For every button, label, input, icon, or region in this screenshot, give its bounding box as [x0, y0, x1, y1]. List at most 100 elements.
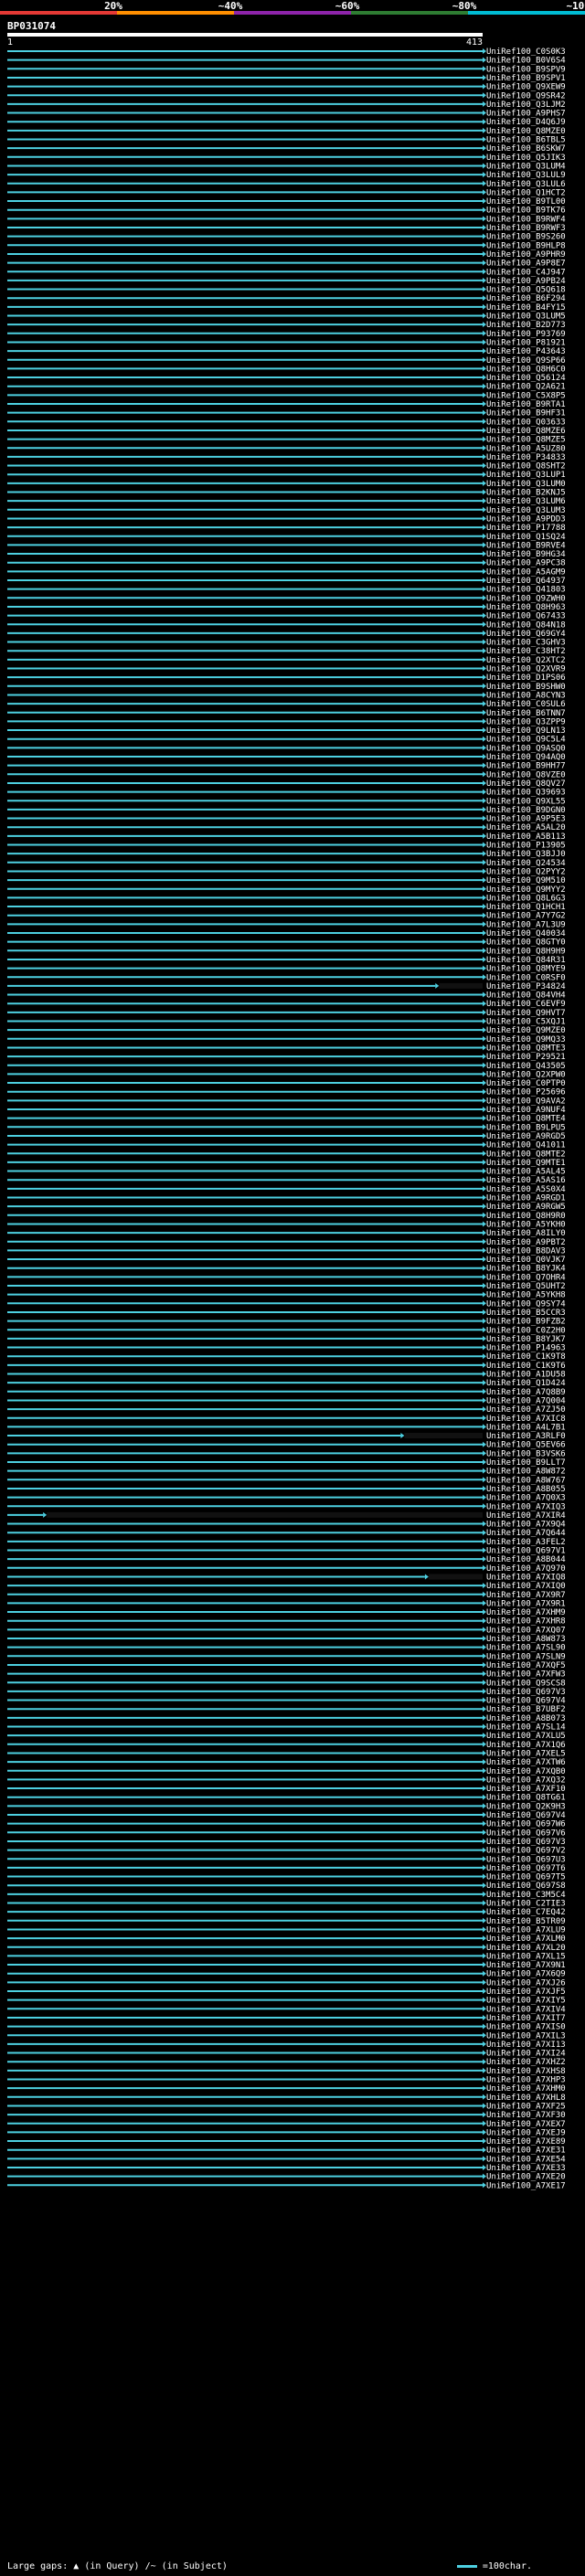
subject-label[interactable]: UniRef100_A9RGD1 [486, 1194, 566, 1203]
subject-label[interactable]: UniRef100_A7SL90 [486, 1644, 566, 1653]
subject-label[interactable]: UniRef100_Q94AQ0 [486, 753, 566, 762]
subject-label[interactable]: UniRef100_A8B044 [486, 1555, 566, 1564]
subject-label[interactable]: UniRef100_A7XLU9 [486, 1925, 566, 1935]
subject-label[interactable]: UniRef100_Q8QV27 [486, 779, 566, 789]
subject-label[interactable]: UniRef100_B6TBL5 [486, 136, 566, 145]
subject-label[interactable]: UniRef100_A5AL20 [486, 823, 566, 832]
subject-label[interactable]: UniRef100_C5XQJ1 [486, 1018, 566, 1027]
subject-label[interactable]: UniRef100_Q39693 [486, 789, 566, 798]
subject-label[interactable]: UniRef100_Q9SR42 [486, 91, 566, 101]
subject-label[interactable]: UniRef100_A7Q0X3 [486, 1494, 566, 1503]
subject-label[interactable]: UniRef100_Q84R31 [486, 956, 566, 965]
subject-label[interactable]: UniRef100_Q43505 [486, 1062, 566, 1071]
subject-label[interactable]: UniRef100_B8YJK4 [486, 1265, 566, 1274]
subject-label[interactable]: UniRef100_A7X1Q6 [486, 1741, 566, 1750]
subject-label[interactable]: UniRef100_Q56124 [486, 374, 566, 383]
subject-label[interactable]: UniRef100_A7XIQ8 [486, 1573, 566, 1582]
subject-label[interactable]: UniRef100_A7XI13 [486, 2041, 566, 2050]
subject-label[interactable]: UniRef100_A7Y7G2 [486, 912, 566, 921]
subject-label[interactable]: UniRef100_Q03633 [486, 418, 566, 427]
subject-label[interactable]: UniRef100_A7XF25 [486, 2102, 566, 2111]
subject-label[interactable]: UniRef100_A7X9Q4 [486, 1521, 566, 1530]
subject-label[interactable]: UniRef100_A9PB24 [486, 277, 566, 286]
subject-label[interactable]: UniRef100_B9SHW0 [486, 683, 566, 692]
subject-label[interactable]: UniRef100_B5TR09 [486, 1917, 566, 1926]
subject-label[interactable]: UniRef100_Q3LUM0 [486, 480, 566, 489]
subject-label[interactable]: UniRef100_Q3LUM6 [486, 497, 566, 506]
subject-label[interactable]: UniRef100_Q9ZWH0 [486, 594, 566, 603]
subject-label[interactable]: UniRef100_Q69GY4 [486, 630, 566, 639]
subject-label[interactable]: UniRef100_Q697V3 [486, 1838, 566, 1847]
subject-label[interactable]: UniRef100_Q697T6 [486, 1864, 566, 1873]
subject-label[interactable]: UniRef100_A3RLF0 [486, 1432, 566, 1441]
subject-label[interactable]: UniRef100_P17788 [486, 524, 566, 533]
subject-label[interactable]: UniRef100_A7X9N1 [486, 1961, 566, 1970]
subject-label[interactable]: UniRef100_A5YKH8 [486, 1291, 566, 1300]
subject-label[interactable]: UniRef100_B9RVE4 [486, 541, 566, 550]
subject-label[interactable]: UniRef100_B9SPV9 [486, 65, 566, 74]
subject-label[interactable]: UniRef100_B9RTA1 [486, 400, 566, 409]
subject-label[interactable]: UniRef100_A7XIC8 [486, 1415, 566, 1424]
subject-label[interactable]: UniRef100_Q3LUM3 [486, 506, 566, 515]
subject-label[interactable]: UniRef100_C38HT2 [486, 647, 566, 656]
subject-label[interactable]: UniRef100_P14963 [486, 1344, 566, 1353]
subject-label[interactable]: UniRef100_B9TK76 [486, 207, 566, 216]
subject-label[interactable]: UniRef100_C7EQ42 [486, 1908, 566, 1917]
subject-label[interactable]: UniRef100_B9HG34 [486, 550, 566, 559]
subject-label[interactable]: UniRef100_Q41011 [486, 1141, 566, 1150]
subject-label[interactable]: UniRef100_A8B073 [486, 1714, 566, 1723]
subject-label[interactable]: UniRef100_Q2A621 [486, 383, 566, 392]
subject-label[interactable]: UniRef100_P13905 [486, 842, 566, 851]
subject-label[interactable]: UniRef100_Q8MTE4 [486, 1115, 566, 1124]
subject-label[interactable]: UniRef100_Q697S8 [486, 1882, 566, 1891]
subject-label[interactable]: UniRef100_A7X9R1 [486, 1599, 566, 1608]
subject-label[interactable]: UniRef100_C0S0K3 [486, 48, 566, 57]
subject-label[interactable]: UniRef100_A7XIL3 [486, 2031, 566, 2041]
subject-label[interactable]: UniRef100_Q1D424 [486, 1379, 566, 1388]
subject-label[interactable]: UniRef100_A7XHS8 [486, 2067, 566, 2076]
subject-label[interactable]: UniRef100_Q7OHR4 [486, 1273, 566, 1282]
subject-label[interactable]: UniRef100_A7Q8B9 [486, 1388, 566, 1397]
subject-label[interactable]: UniRef100_B4FY15 [486, 303, 566, 313]
subject-label[interactable]: UniRef100_A7XQB0 [486, 1767, 566, 1776]
subject-label[interactable]: UniRef100_Q8H9R0 [486, 1212, 566, 1221]
subject-label[interactable]: UniRef100_A7SL14 [486, 1723, 566, 1733]
subject-label[interactable]: UniRef100_Q8H9H9 [486, 947, 566, 956]
subject-label[interactable]: UniRef100_A7ZJ50 [486, 1405, 566, 1415]
subject-label[interactable]: UniRef100_A7XF10 [486, 1785, 566, 1794]
subject-label[interactable]: UniRef100_A9NUF4 [486, 1106, 566, 1115]
subject-label[interactable]: UniRef100_A7XFW3 [486, 1670, 566, 1680]
subject-label[interactable]: UniRef100_B0V6S4 [486, 57, 566, 66]
subject-label[interactable]: UniRef100_Q9AVA2 [486, 1097, 566, 1106]
subject-label[interactable]: UniRef100_A9RGD5 [486, 1132, 566, 1141]
subject-label[interactable]: UniRef100_A7XHP3 [486, 2076, 566, 2085]
subject-label[interactable]: UniRef100_A9PBT2 [486, 1238, 566, 1247]
subject-label[interactable]: UniRef100_Q9MTE1 [486, 1159, 566, 1168]
subject-label[interactable]: UniRef100_B7UBF2 [486, 1705, 566, 1714]
subject-label[interactable]: UniRef100_P25696 [486, 1088, 566, 1097]
subject-label[interactable]: UniRef100_A8CYN3 [486, 691, 566, 700]
subject-label[interactable]: UniRef100_P43643 [486, 347, 566, 356]
subject-label[interactable]: UniRef100_Q3LUL9 [486, 171, 566, 180]
subject-label[interactable]: UniRef100_A4L7B1 [486, 1423, 566, 1432]
subject-label[interactable]: UniRef100_A7XL15 [486, 1952, 566, 1961]
subject-label[interactable]: UniRef100_C1K9T8 [486, 1352, 566, 1362]
subject-label[interactable]: UniRef100_D4Q6J9 [486, 118, 566, 127]
subject-label[interactable]: UniRef100_A5YKH0 [486, 1220, 566, 1229]
subject-label[interactable]: UniRef100_C0SUL6 [486, 700, 566, 709]
subject-label[interactable]: UniRef100_Q2XVR9 [486, 665, 566, 674]
subject-label[interactable]: UniRef100_B2D773 [486, 321, 566, 330]
subject-label[interactable]: UniRef100_A9PDD3 [486, 514, 566, 524]
subject-label[interactable]: UniRef100_A7XE33 [486, 2164, 566, 2173]
subject-label[interactable]: UniRef100_Q5Q618 [486, 286, 566, 295]
subject-label[interactable]: UniRef100_Q1SQ24 [486, 533, 566, 542]
subject-label[interactable]: UniRef100_Q697V6 [486, 1829, 566, 1838]
subject-label[interactable]: UniRef100_A7XL20 [486, 1944, 566, 1953]
subject-label[interactable]: UniRef100_A5AL45 [486, 1168, 566, 1177]
subject-label[interactable]: UniRef100_A5AS16 [486, 1176, 566, 1185]
subject-label[interactable]: UniRef100_A7XEX7 [486, 2120, 566, 2129]
subject-label[interactable]: UniRef100_Q697U3 [486, 1855, 566, 1864]
subject-label[interactable]: UniRef100_A7XIQ0 [486, 1582, 566, 1591]
subject-label[interactable]: UniRef100_B6SKW7 [486, 144, 566, 154]
subject-label[interactable]: UniRef100_A7XE20 [486, 2173, 566, 2182]
